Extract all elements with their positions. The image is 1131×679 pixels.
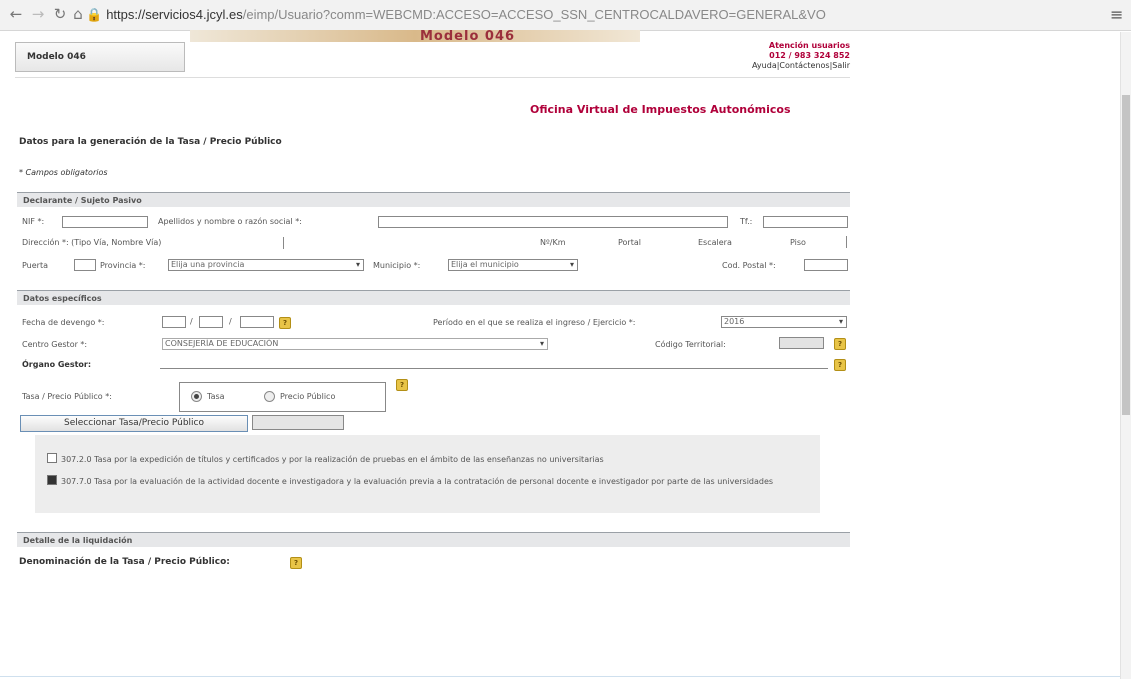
browser-toolbar: ← → ↻ ⌂ 🔒 https://servicios4.jcyl.es/eimp… — [0, 0, 1131, 31]
tasa-options-panel — [35, 435, 820, 513]
form-title: Datos para la generación de la Tasa / Pr… — [19, 137, 282, 147]
help-links[interactable]: Ayuda|Contáctenos|Salir — [640, 61, 850, 71]
info-icon[interactable]: ? — [396, 379, 408, 391]
municipio-label: Municipio *: — [373, 261, 421, 270]
provincia-label: Provincia *: — [100, 261, 146, 270]
portal-label: Portal — [618, 238, 641, 247]
reload-icon[interactable]: ↻ — [52, 6, 68, 22]
tasa-option-label: Tasa — [207, 392, 225, 401]
tasa-option-text: 307.2.0 Tasa por la expedición de título… — [61, 455, 604, 464]
puerta-input[interactable] — [74, 259, 96, 271]
numero-label: Nº/Km — [540, 238, 566, 247]
model-label: Modelo 046 — [27, 52, 86, 62]
fecha-mes-input[interactable] — [199, 316, 223, 328]
direccion-label: Dirección *: (Tipo Vía, Nombre Vía) — [22, 238, 162, 247]
date-separator: / — [229, 317, 232, 326]
lock-icon: 🔒 — [86, 7, 103, 22]
hamburger-menu-icon[interactable]: ≡ — [1110, 5, 1123, 24]
atencion-text: Atención usuarios — [768, 41, 850, 50]
required-note: * Campos obligatorios — [19, 168, 108, 177]
fecha-anio-input[interactable] — [240, 316, 274, 328]
url-host: https://servicios4.jcyl.es — [106, 7, 243, 22]
organo-gestor-label: Órgano Gestor: — [22, 360, 92, 369]
direccion-input[interactable] — [283, 237, 533, 249]
banner-title: Modelo 046 — [420, 29, 516, 44]
codigo-postal-label: Cod. Postal *: — [722, 261, 776, 270]
info-icon[interactable]: ? — [834, 359, 846, 371]
fecha-dia-input[interactable] — [162, 316, 186, 328]
precio-option-label: Precio Público — [280, 392, 336, 401]
provincia-select[interactable]: Elija una provincia — [168, 259, 364, 271]
info-icon[interactable]: ? — [279, 317, 291, 329]
tasa-option[interactable]: 307.7.0 Tasa por la evaluación de la act… — [47, 475, 807, 486]
oficina-title: Oficina Virtual de Impuestos Autonómicos — [530, 103, 791, 116]
denominacion-label: Denominación de la Tasa / Precio Público… — [19, 557, 230, 567]
forward-arrow-icon[interactable]: → — [30, 6, 46, 22]
tasa-precio-label: Tasa / Precio Público *: — [22, 392, 112, 401]
puerta-label: Puerta — [22, 261, 49, 270]
url-path: /eimp/Usuario?comm=WEBCMD:ACCESO=ACCESO_… — [242, 7, 826, 22]
telefono-label: Tf.: — [740, 217, 753, 226]
piso-input[interactable] — [846, 236, 850, 248]
tasa-option[interactable]: 307.2.0 Tasa por la expedición de título… — [47, 453, 807, 464]
telefono-input[interactable] — [763, 216, 848, 228]
nif-label: NIF *: — [22, 217, 45, 226]
codigo-territorial-field — [779, 337, 824, 349]
phone-text: 012 / 983 324 852 — [769, 51, 850, 60]
checkbox-icon[interactable] — [47, 475, 57, 485]
municipio-select[interactable]: Elija el municipio — [448, 259, 578, 271]
apellidos-input[interactable] — [378, 216, 728, 228]
organo-gestor-input[interactable] — [160, 357, 828, 369]
info-icon[interactable]: ? — [290, 557, 302, 569]
select-tasa-button[interactable]: Seleccionar Tasa/Precio Público — [20, 415, 248, 432]
date-separator: / — [190, 317, 193, 326]
bottom-border — [0, 676, 1120, 677]
precio-publico-radio[interactable] — [264, 391, 275, 402]
apellidos-label: Apellidos y nombre o razón social *: — [158, 217, 302, 226]
checkbox-icon[interactable] — [47, 453, 57, 463]
tasa-radio[interactable] — [191, 391, 202, 402]
centro-gestor-label: Centro Gestor *: — [22, 340, 88, 349]
section-declarante: Declarante / Sujeto Pasivo — [17, 192, 850, 207]
back-arrow-icon[interactable]: ← — [8, 6, 24, 22]
address-bar[interactable]: 🔒 https://servicios4.jcyl.es/eimp/Usuario… — [86, 5, 1096, 24]
periodo-select[interactable]: 2016 — [721, 316, 847, 328]
selected-tasa-field — [252, 415, 344, 430]
info-icon[interactable]: ? — [834, 338, 846, 350]
contact-block: Atención usuarios 012 / 983 324 852 Ayud… — [640, 41, 850, 71]
periodo-label: Período en el que se realiza el ingreso … — [433, 318, 636, 327]
codigo-postal-input[interactable] — [804, 259, 848, 271]
section-datos-especificos: Datos específicos — [17, 290, 850, 305]
scrollbar-thumb[interactable] — [1122, 95, 1130, 415]
header-banner-image — [190, 30, 640, 42]
escalera-label: Escalera — [698, 238, 732, 247]
divider — [15, 77, 850, 78]
fecha-label: Fecha de devengo *: — [22, 318, 105, 327]
section-liquidacion: Detalle de la liquidación — [17, 532, 850, 547]
piso-label: Piso — [790, 238, 806, 247]
centro-gestor-select[interactable]: CONSEJERÍA DE EDUCACIÓN — [162, 338, 548, 350]
nif-input[interactable] — [62, 216, 148, 228]
home-icon[interactable]: ⌂ — [70, 6, 86, 22]
tasa-option-text: 307.7.0 Tasa por la evaluación de la act… — [61, 477, 774, 486]
codigo-territorial-label: Código Territorial: — [655, 340, 726, 349]
